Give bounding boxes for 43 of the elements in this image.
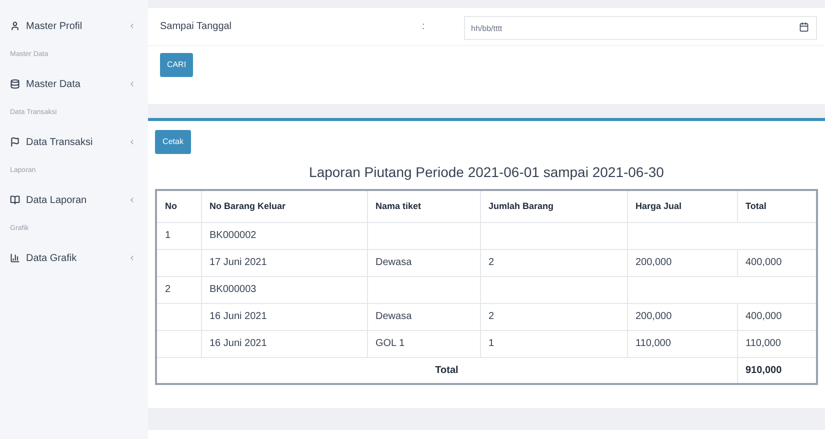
separator: :: [422, 20, 426, 34]
table-cell: 2: [480, 249, 627, 276]
print-button[interactable]: Cetak: [155, 130, 191, 154]
flag-icon: [10, 137, 20, 147]
table-cell: 200,000: [627, 303, 737, 330]
user-icon: [10, 21, 20, 31]
column-header: Harga Jual: [627, 190, 737, 222]
date-field[interactable]: hh/bb/tttt: [464, 16, 817, 40]
search-button[interactable]: CARI: [160, 53, 193, 77]
sidebar-item[interactable]: Master Profil: [10, 10, 136, 42]
sidebar-item[interactable]: Data Grafik: [10, 242, 136, 274]
table-cell: 1: [156, 222, 201, 249]
table-cell: 1: [480, 330, 627, 357]
calendar-icon[interactable]: [799, 22, 809, 32]
table-cell: 2: [156, 276, 201, 303]
chevron-icon: [128, 80, 136, 88]
table-cell: Dewasa: [367, 303, 480, 330]
column-header: Jumlah Barang: [480, 190, 627, 222]
table-cell: 16 Juni 2021: [201, 330, 367, 357]
bar-chart-icon: [10, 253, 20, 263]
table-cell: BK000003: [201, 276, 367, 303]
table-cell: BK000002: [201, 222, 367, 249]
sidebar-item[interactable]: Data Transaksi: [10, 126, 136, 158]
column-header: Nama tiket: [367, 190, 480, 222]
table-cell: 110,000: [627, 330, 737, 357]
report-title: Laporan Piutang Periode 2021-06-01 sampai 2021-06-30: [308, 163, 665, 182]
table-cell: 200,000: [627, 249, 737, 276]
table-cell: 2: [480, 303, 627, 330]
table-cell: GOL 1: [367, 330, 480, 357]
table-cell: Dewasa: [367, 249, 480, 276]
database-icon: [10, 79, 20, 89]
chevron-icon: [128, 196, 136, 204]
column-header: No Barang Keluar: [201, 190, 367, 222]
sidebar-item[interactable]: Master Data: [10, 68, 136, 100]
chevron-icon: [128, 254, 136, 262]
column-header: No: [156, 190, 201, 222]
field-label: Sampai Tanggal: [160, 20, 233, 34]
chevron-icon: [128, 22, 136, 30]
book-icon: [10, 195, 20, 205]
table-cell: 17 Juni 2021: [201, 249, 367, 276]
chevron-icon: [128, 138, 136, 146]
table-cell: 16 Juni 2021: [201, 303, 367, 330]
sidebar-item[interactable]: Data Laporan: [10, 184, 136, 216]
